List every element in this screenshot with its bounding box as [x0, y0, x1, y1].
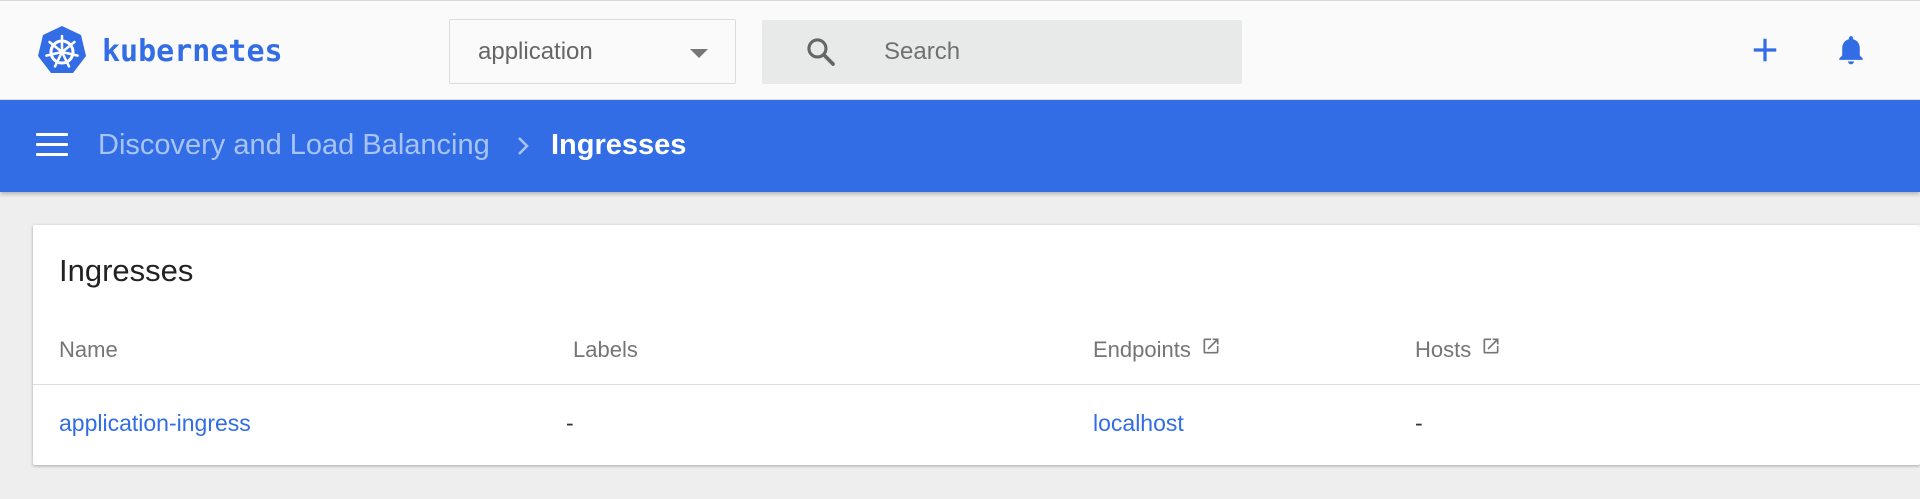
column-header-label: Name	[59, 337, 118, 362]
column-header-name[interactable]: Name	[59, 337, 118, 363]
namespace-value: application	[478, 37, 593, 65]
ingresses-card: Ingresses Name Labels Endpoints Hosts ap…	[33, 225, 1920, 465]
open-in-new-icon	[1483, 338, 1499, 354]
menu-icon[interactable]	[36, 133, 68, 157]
breadcrumb-parent-link[interactable]: Discovery and Load Balancing	[98, 129, 490, 162]
ingress-labels: -	[566, 410, 574, 436]
search-bar	[762, 20, 1242, 84]
breadcrumb-bar: Discovery and Load Balancing Ingresses	[0, 100, 1920, 192]
ingress-hosts: -	[1415, 410, 1423, 436]
column-header-label: Endpoints	[1093, 337, 1191, 362]
ingress-endpoint-link[interactable]: localhost	[1093, 410, 1184, 437]
card-title: Ingresses	[59, 253, 194, 288]
chevron-right-icon	[518, 137, 529, 155]
breadcrumb-current: Ingresses	[551, 129, 687, 161]
open-in-new-icon	[1203, 338, 1219, 354]
column-header-labels: Labels	[573, 337, 638, 363]
column-header-endpoints: Endpoints	[1093, 337, 1221, 363]
bell-icon	[1839, 36, 1863, 65]
kubernetes-wheel-icon	[38, 26, 86, 73]
column-header-label: Hosts	[1415, 337, 1472, 362]
dropdown-caret-icon	[690, 49, 708, 58]
column-header-hosts: Hosts	[1415, 337, 1501, 363]
top-toolbar: kubernetes application	[0, 0, 1920, 100]
ingress-name-link[interactable]: application-ingress	[59, 410, 251, 437]
kubernetes-logo[interactable]: kubernetes	[36, 25, 283, 77]
logo-text: kubernetes	[102, 33, 283, 69]
plus-icon	[1753, 38, 1777, 62]
table-divider	[33, 384, 1920, 385]
notifications-button[interactable]	[1831, 30, 1871, 72]
namespace-select[interactable]: application	[449, 19, 736, 84]
column-header-label: Labels	[573, 337, 638, 362]
search-icon[interactable]	[804, 35, 838, 69]
search-input[interactable]	[884, 32, 1224, 72]
create-button[interactable]	[1745, 30, 1785, 70]
